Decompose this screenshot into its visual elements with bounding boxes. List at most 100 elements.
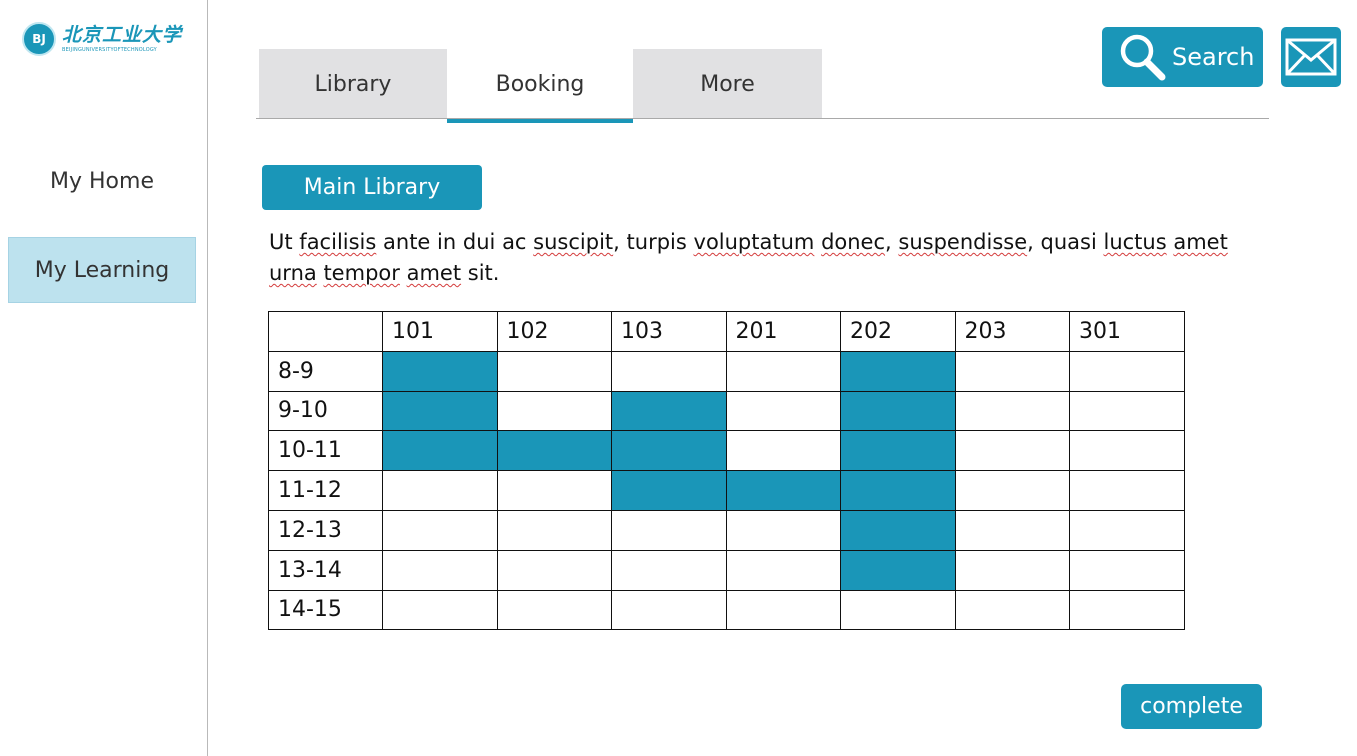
available-cell[interactable] [496,589,612,631]
available-cell[interactable] [611,549,727,591]
complete-button-label: complete [1140,694,1243,719]
available-cell[interactable] [954,589,1070,631]
available-cell[interactable] [725,430,841,472]
room-header-201: 201 [725,311,841,352]
available-cell[interactable] [725,549,841,591]
booked-cell[interactable] [496,430,612,472]
table-row: 11-12 [268,470,1185,511]
complete-button[interactable]: complete [1121,684,1262,729]
sidebar-item-my-home[interactable]: My Home [8,148,196,214]
booked-cell[interactable] [611,390,727,432]
table-row: 12-13 [268,509,1185,551]
table-row: 8-9 [268,350,1185,392]
booked-cell[interactable] [840,549,956,591]
table-row: 10-11 [268,430,1185,472]
time-slot-label: 13-14 [268,549,383,591]
emblem-icon: BJ [22,22,56,56]
available-cell[interactable] [611,350,727,392]
time-slot-label: 14-15 [268,589,383,631]
booked-cell[interactable] [840,430,956,472]
main-library-button[interactable]: Main Library [262,165,482,210]
available-cell[interactable] [382,509,498,551]
available-cell[interactable] [382,549,498,591]
tab-more[interactable]: More [633,49,822,119]
available-cell[interactable] [954,390,1070,432]
time-slot-label: 10-11 [268,430,383,472]
tabs-divider [256,118,1269,119]
available-cell[interactable] [1069,589,1185,631]
sidebar-item-label: My Home [50,168,154,194]
mail-icon [1285,38,1337,76]
available-cell[interactable] [954,509,1070,551]
available-cell[interactable] [496,549,612,591]
available-cell[interactable] [954,549,1070,591]
table-row: 14-15 [268,589,1185,631]
room-header-203: 203 [954,311,1070,352]
available-cell[interactable] [725,589,841,631]
logo-name-cn: 北京工业大学 [62,24,183,46]
corner-cell [268,311,383,352]
available-cell[interactable] [1069,350,1185,392]
available-cell[interactable] [1069,390,1185,432]
booked-cell[interactable] [840,470,956,511]
booked-cell[interactable] [725,470,841,511]
mail-button[interactable] [1281,27,1341,87]
logo-name-en: BEIJINGUNIVERSITYOFTECHNOLOGY [62,47,157,53]
booked-cell[interactable] [611,470,727,511]
main-library-label: Main Library [303,175,441,200]
available-cell[interactable] [1069,509,1185,551]
available-cell[interactable] [611,509,727,551]
available-cell[interactable] [496,350,612,392]
university-logo[interactable]: BJ 北京工业大学 BEIJINGUNIVERSITYOFTECHNOLOGY [22,22,182,56]
booked-cell[interactable] [840,509,956,551]
available-cell[interactable] [496,470,612,511]
available-cell[interactable] [725,509,841,551]
table-header-row: 101 102 103 201 202 203 301 [268,311,1185,352]
booked-cell[interactable] [382,430,498,472]
booked-cell[interactable] [840,350,956,392]
room-header-103: 103 [611,311,727,352]
available-cell[interactable] [1069,430,1185,472]
available-cell[interactable] [954,350,1070,392]
description-text: Ut facilisis ante in dui ac suscipit, tu… [269,230,1228,285]
time-slot-label: 8-9 [268,350,383,392]
room-header-101: 101 [382,311,498,352]
search-icon [1120,34,1166,81]
time-slot-label: 11-12 [268,470,383,511]
room-header-301: 301 [1069,311,1185,352]
available-cell[interactable] [382,589,498,631]
available-cell[interactable] [1069,549,1185,591]
available-cell[interactable] [725,350,841,392]
sidebar-item-label: My Learning [34,257,170,283]
available-cell[interactable] [496,509,612,551]
available-cell[interactable] [382,470,498,511]
tab-label: More [700,71,755,97]
sidebar: BJ 北京工业大学 BEIJINGUNIVERSITYOFTECHNOLOGY … [0,0,208,756]
table-row: 9-10 [268,390,1185,432]
available-cell[interactable] [954,470,1070,511]
booked-cell[interactable] [611,430,727,472]
tab-library[interactable]: Library [259,49,447,119]
room-header-202: 202 [840,311,956,352]
room-header-102: 102 [496,311,612,352]
tab-label: Booking [495,71,585,97]
sidebar-item-my-learning[interactable]: My Learning [8,237,196,303]
search-button[interactable]: Search [1102,27,1263,87]
time-slot-label: 12-13 [268,509,383,551]
time-slot-label: 9-10 [268,390,383,432]
booking-table: 101 102 103 201 202 203 301 8-9 9-10 10-11 11-12 12… [268,311,1185,631]
available-cell[interactable] [611,589,727,631]
available-cell[interactable] [954,430,1070,472]
table-row: 13-14 [268,549,1185,591]
logo-text: 北京工业大学 BEIJINGUNIVERSITYOFTECHNOLOGY [62,25,182,53]
available-cell[interactable] [840,589,956,631]
booked-cell[interactable] [382,350,498,392]
tab-label: Library [314,71,392,97]
booked-cell[interactable] [382,390,498,432]
tab-booking[interactable]: Booking [447,49,633,123]
available-cell[interactable] [1069,470,1185,511]
available-cell[interactable] [725,390,841,432]
search-button-label: Search [1172,43,1255,71]
available-cell[interactable] [496,390,612,432]
booked-cell[interactable] [840,390,956,432]
